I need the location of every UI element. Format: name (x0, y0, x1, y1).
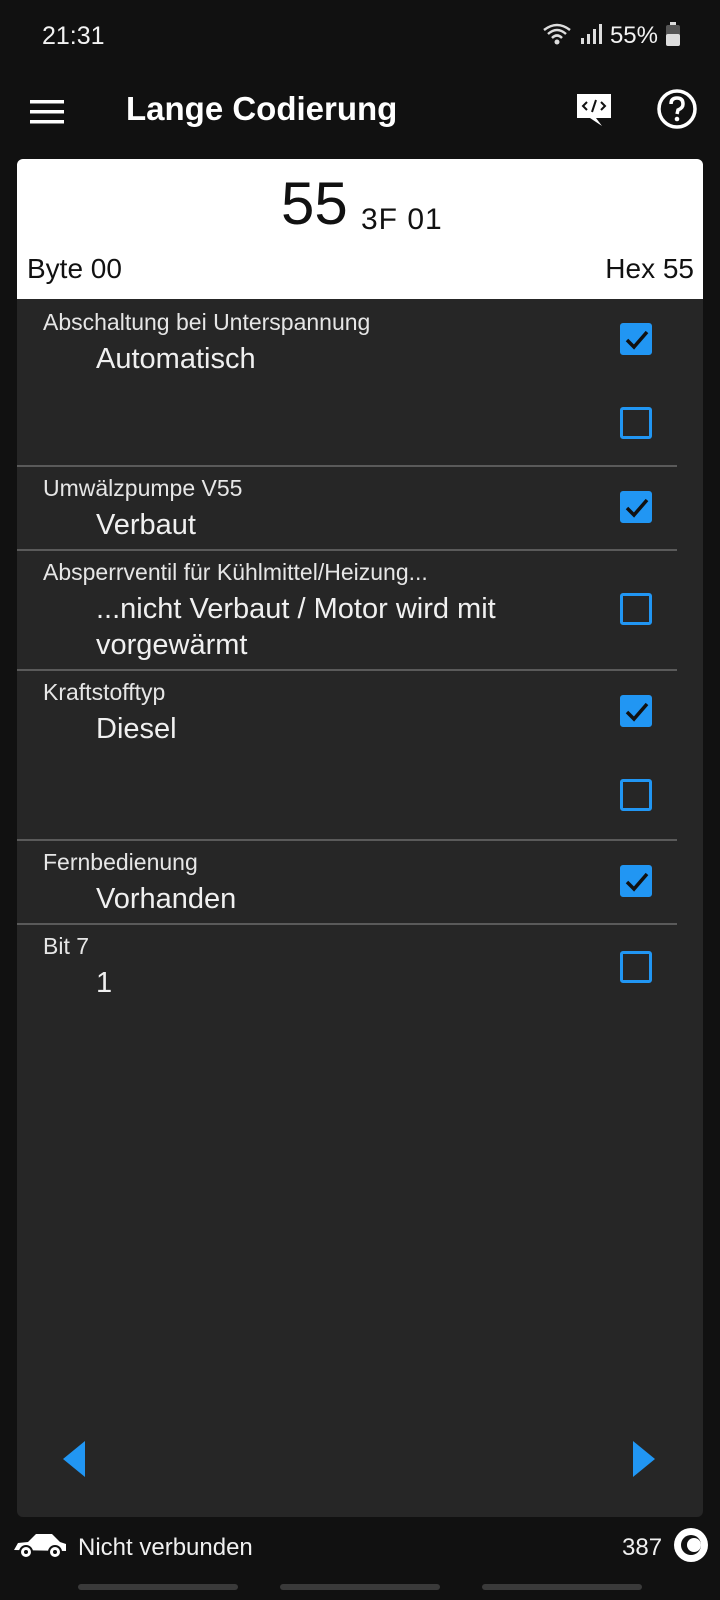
byte-index-label: Byte 00 (27, 253, 122, 284)
bit-checkbox-unchecked[interactable] (620, 951, 652, 983)
connection-bar: Nicht verbunden 387 (0, 1522, 720, 1572)
bit-title: Fernbedienung (43, 849, 198, 875)
next-byte-icon[interactable] (631, 1441, 657, 1482)
bit-checkbox-checked[interactable] (620, 865, 652, 897)
bit-value: ...nicht Verbaut / Motor wird mit vorgew… (96, 593, 496, 661)
byte-header: 55 3F 01 Byte 00 Hex 55 (17, 159, 703, 299)
bit-checkbox-checked[interactable] (620, 323, 652, 355)
bit-value: 1 (96, 967, 113, 999)
remaining-bytes: 3F 01 (361, 203, 443, 236)
status-icons: 55% (542, 21, 680, 51)
counter-value: 387 (622, 1534, 663, 1561)
bit-row-pump: Umwälzpumpe V55 Verbaut (17, 467, 677, 551)
bit-checkbox-unchecked[interactable] (620, 593, 652, 625)
gesture-handle (482, 1584, 642, 1590)
help-icon[interactable] (656, 88, 698, 130)
bit-title: Bit 7 (43, 933, 90, 959)
bit-checkbox-unchecked[interactable] (620, 407, 652, 439)
battery-icon (666, 21, 680, 51)
hex-value-label: Hex 55 (605, 253, 694, 284)
status-time: 21:31 (42, 21, 105, 50)
gesture-handle (280, 1584, 440, 1590)
bit-title: Absperrventil für Kühlmittel/Heizung... (43, 559, 428, 585)
menu-icon[interactable] (30, 94, 66, 130)
connection-status: Nicht verbunden (78, 1534, 253, 1561)
coding-card: 55 3F 01 Byte 00 Hex 55 Abschaltung bei … (17, 159, 703, 1517)
battery-percent: 55% (609, 22, 658, 49)
wifi-icon (542, 22, 572, 51)
bit-value: Vorhanden (96, 883, 237, 915)
bit-checkbox-checked[interactable] (620, 491, 652, 523)
bit-row-undervoltage: Abschaltung bei Unterspannung Automatisc… (17, 299, 677, 467)
bit-row-fuel-type: Kraftstofftyp Diesel (17, 671, 677, 841)
bit-value: Verbaut (96, 509, 196, 541)
bit-value: Diesel (96, 713, 177, 745)
car-icon (12, 1530, 68, 1565)
previous-byte-icon[interactable] (61, 1441, 87, 1482)
app-bar: Lange Codierung (0, 72, 720, 158)
bit-title: Umwälzpumpe V55 (43, 475, 243, 501)
bit-checkbox-unchecked[interactable] (620, 779, 652, 811)
bit-checkbox-checked[interactable] (620, 695, 652, 727)
gesture-handle (78, 1584, 238, 1590)
page-title: Lange Codierung (126, 90, 398, 127)
status-bar: 21:31 55% (0, 0, 720, 72)
app-logo-icon[interactable] (672, 1526, 710, 1569)
bit-value: Automatisch (96, 343, 256, 375)
code-icon[interactable] (574, 90, 614, 130)
bit-row-bit7: Bit 7 1 (17, 925, 677, 1009)
bit-title: Abschaltung bei Unterspannung (43, 309, 371, 335)
current-byte-value: 55 (281, 170, 348, 237)
signal-icon (580, 23, 602, 50)
bit-title: Kraftstofftyp (43, 679, 166, 705)
bit-row-remote: Fernbedienung Vorhanden (17, 841, 677, 925)
bit-row-valve: Absperrventil für Kühlmittel/Heizung... … (17, 551, 677, 671)
